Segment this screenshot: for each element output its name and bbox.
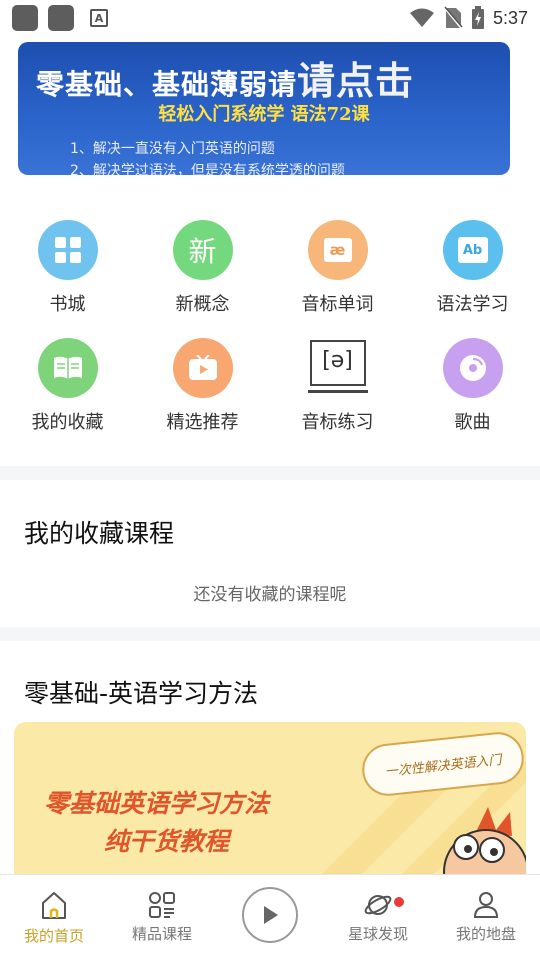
- course-section-title: 零基础-英语学习方法: [24, 679, 259, 708]
- wifi-icon: [409, 8, 434, 27]
- banner-title-big: 请点击: [297, 58, 415, 103]
- status-bar: A 5:37: [0, 0, 540, 36]
- user-icon: [473, 892, 499, 918]
- grid-item-my-favorites[interactable]: 我的收藏: [0, 338, 135, 434]
- grid-item-label: 新概念: [175, 294, 230, 315]
- grid-item-songs[interactable]: 歌曲: [405, 338, 540, 434]
- nav-courses[interactable]: 精品课程: [108, 875, 216, 960]
- grid-item-phonetic-words[interactable]: æ 音标单词: [270, 220, 405, 316]
- card-title-line-1: 零基础英语学习方法: [44, 789, 270, 818]
- nav-label: 我的首页: [23, 927, 84, 945]
- banner-title-text: 零基础、基础薄弱请: [36, 68, 298, 101]
- ab-glyph: Ab: [457, 237, 488, 263]
- grid-item-label: 精选推荐: [166, 412, 239, 433]
- grid-apps-icon: [37, 220, 98, 280]
- nav-play[interactable]: [216, 875, 324, 960]
- grid-item-label: 语法学习: [436, 294, 509, 315]
- ab-text-icon: Ab: [442, 220, 503, 280]
- banner-title: 零基础、基础薄弱请请点击: [36, 50, 414, 105]
- grid-item-label: 我的收藏: [31, 412, 104, 433]
- favorites-empty-text: 还没有收藏的课程呢: [193, 585, 347, 605]
- grid-item-phonetic-practice[interactable]: [ə] 音标练习: [270, 338, 405, 434]
- play-icon: [264, 906, 278, 924]
- banner-line-2: 2、解决学过语法，但是没有系统学透的问题: [70, 163, 345, 175]
- status-time: 5:37: [492, 7, 528, 28]
- phonetic-board-icon: [ə]: [307, 338, 369, 398]
- app-screen: A 5:37 零基础、基础薄弱请请点击 轻松入门系统学 语法72课 1、解决一直…: [0, 0, 540, 960]
- music-disc-icon: [442, 338, 503, 398]
- favorites-title: 我的收藏课程: [24, 519, 175, 548]
- nav-profile[interactable]: 我的地盘: [432, 875, 540, 960]
- section-divider: [0, 466, 540, 480]
- grid-item-new-concept[interactable]: 新 新概念: [135, 220, 270, 316]
- feature-grid: 书城 新 新概念 æ 音标单词 Ab 语法学习 我的收藏 精选推荐 [ə] 音标…: [0, 220, 540, 434]
- keyboard-a-icon: A: [90, 9, 108, 27]
- course-card[interactable]: 一次性解决英语入门 零基础英语学习方法 纯干货教程: [14, 722, 526, 882]
- no-sim-icon: [443, 6, 463, 30]
- notification-app-icon: [48, 5, 74, 31]
- course-grid-icon: [149, 892, 175, 918]
- nav-label: 我的地盘: [455, 925, 516, 943]
- nav-discover[interactable]: 星球发现: [324, 875, 432, 960]
- ae-phonetic-icon: æ: [307, 220, 368, 280]
- book-icon: [37, 338, 98, 398]
- notification-badge: [394, 897, 404, 907]
- grid-item-label: 音标单词: [301, 294, 374, 315]
- home-icon: [42, 892, 66, 919]
- grid-item-label: 书城: [49, 294, 86, 315]
- section-divider: [0, 627, 540, 641]
- planet-icon: [364, 895, 392, 915]
- play-button[interactable]: [242, 887, 298, 943]
- video-play-icon: [172, 338, 233, 398]
- nav-label: 星球发现: [347, 925, 408, 943]
- xin-text-icon: 新: [172, 220, 233, 280]
- grid-item-label: 歌曲: [454, 412, 491, 433]
- board-base: [307, 390, 368, 393]
- promo-banner[interactable]: 零基础、基础薄弱请请点击 轻松入门系统学 语法72课 1、解决一直没有入门英语的…: [18, 42, 510, 175]
- phonetic-glyph: [ə]: [322, 348, 353, 373]
- cartoon-face-icon: [443, 807, 526, 882]
- banner-line-1: 1、解决一直没有入门英语的问题: [70, 141, 275, 157]
- grid-item-featured[interactable]: 精选推荐: [135, 338, 270, 434]
- card-title-line-2: 纯干货教程: [104, 827, 230, 856]
- notification-app-icon: [12, 5, 38, 31]
- battery-charging-icon: [471, 6, 484, 29]
- ae-glyph: æ: [323, 238, 352, 262]
- grid-item-bookstore[interactable]: 书城: [0, 220, 135, 316]
- nav-label: 精品课程: [131, 925, 192, 943]
- grid-item-label: 音标练习: [301, 412, 374, 433]
- bottom-nav: 我的首页 精品课程 星球发现 我的地盘: [0, 874, 540, 960]
- banner-subtitle: 轻松入门系统学 语法72课: [158, 104, 370, 125]
- grid-item-grammar[interactable]: Ab 语法学习: [405, 220, 540, 316]
- nav-home[interactable]: 我的首页: [0, 875, 108, 960]
